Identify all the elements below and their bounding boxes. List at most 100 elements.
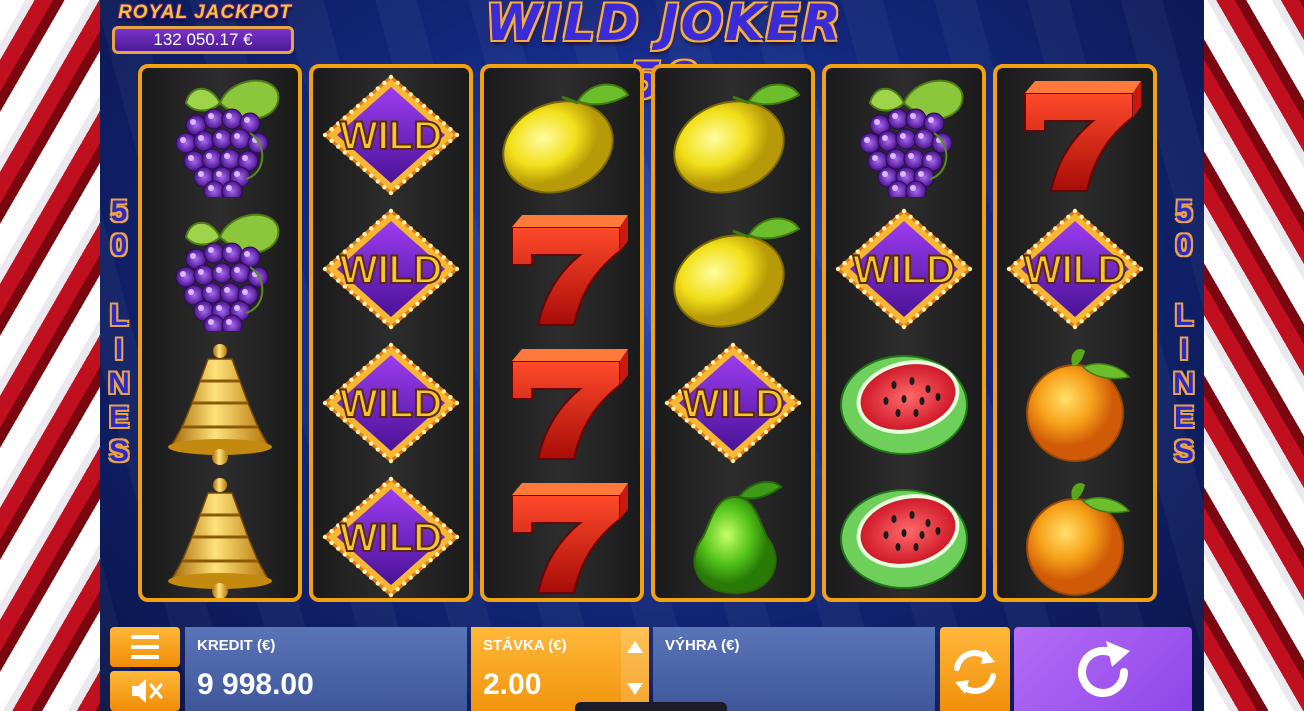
wild-icon: WILD [322,208,460,330]
spin-button[interactable] [1014,627,1192,711]
grapes-icon [175,79,280,197]
watermelon-icon [840,489,968,589]
left-stripe-decoration [0,0,100,711]
autoplay-button[interactable] [940,627,1010,711]
lines-char: 0 [110,229,128,262]
wild-symbol: WILD [313,68,469,202]
credit-panel: KREDIT (€) 9 998.00 [185,627,467,711]
menu-button[interactable] [110,627,180,667]
svg-text:WILD: WILD [340,114,442,158]
lines-char: N [108,367,130,400]
wild-icon: WILD [835,208,973,330]
wild-icon: WILD [322,342,460,464]
stake-stepper [621,627,649,711]
svg-text:WILD: WILD [682,382,784,426]
reel-1 [138,64,302,602]
lemon-icon [673,217,801,328]
reel-4: WILD [651,64,815,602]
reel-6: WILD [993,64,1157,602]
seven-symbol [484,336,640,470]
lines-char: E [1173,401,1194,434]
seven-icon [1024,81,1141,192]
reel-2: WILD WILD WILD WILD [309,64,473,602]
svg-text:WILD: WILD [853,248,955,292]
watermelon-symbol [826,336,982,470]
lemon-icon [673,83,801,194]
wild-icon: WILD [322,74,460,196]
lines-char: I [114,333,124,366]
orange-symbol [997,336,1153,470]
win-label: VÝHRA (€) [665,637,740,654]
bell-symbol [142,470,298,598]
wild-symbol: WILD [313,202,469,336]
lines-char: 5 [1175,195,1193,228]
lines-char: L [109,299,129,332]
bell-icon [168,344,272,465]
bell-symbol [142,336,298,470]
seven-icon [511,349,628,460]
orange-symbol [997,470,1153,598]
game-stage: ROYAL JACKPOT 132 050.17 € WILD JOKER 50… [100,0,1204,711]
right-stripe-decoration [1204,0,1304,711]
bottom-handle [575,702,727,711]
spin-arrow-icon [1078,641,1130,697]
stake-label: STÁVKA (€) [483,637,567,654]
svg-text:WILD: WILD [340,248,442,292]
watermelon-symbol [826,470,982,598]
royal-jackpot: ROYAL JACKPOT 132 050.17 € [110,2,300,58]
hamburger-icon [131,635,159,659]
orange-icon [1026,348,1131,462]
lemon-symbol [484,68,640,202]
wild-symbol: WILD [997,202,1153,336]
grapes-symbol [142,202,298,336]
seven-symbol [484,470,640,598]
credit-label: KREDIT (€) [197,637,276,654]
lines-char: I [1179,333,1189,366]
lines-label-left: 5 0 L I N E S [104,195,134,469]
wild-icon: WILD [1006,208,1144,330]
wild-icon: WILD [664,342,802,464]
grapes-symbol [142,68,298,202]
wild-symbol: WILD [655,336,811,470]
lemon-symbol [655,202,811,336]
wild-symbol: WILD [826,202,982,336]
sound-button[interactable] [110,671,180,711]
svg-text:WILD: WILD [1024,248,1126,292]
lemon-icon [502,83,630,194]
pear-symbol [655,470,811,598]
autoplay-arrows-icon [954,650,996,694]
speaker-muted-icon [132,679,163,703]
stake-increase-button[interactable] [621,627,649,669]
lines-char: E [108,401,129,434]
svg-text:WILD: WILD [340,382,442,426]
seven-icon [511,483,628,594]
seven-symbol [484,202,640,336]
orange-icon [1026,482,1131,596]
wild-symbol: WILD [313,470,469,598]
lines-char: L [1174,299,1194,332]
lines-char: S [108,435,129,468]
lines-char: S [1173,435,1194,468]
grapes-icon [859,79,964,197]
bell-icon [168,478,272,598]
stake-value: 2.00 [483,668,542,701]
grapes-icon [175,213,280,331]
jackpot-amount: 132 050.17 € [112,26,294,54]
lines-char: N [1173,367,1195,400]
stake-panel: STÁVKA (€) 2.00 [471,627,649,711]
reel-5: WILD [822,64,986,602]
wild-icon: WILD [322,476,460,598]
wild-symbol: WILD [313,336,469,470]
seven-symbol [997,68,1153,202]
grapes-symbol [826,68,982,202]
jackpot-title: ROYAL JACKPOT [118,2,292,23]
credit-value: 9 998.00 [197,668,314,701]
seven-icon [511,215,628,326]
lemon-symbol [655,68,811,202]
reel-3 [480,64,644,602]
lines-char: 5 [110,195,128,228]
svg-text:WILD: WILD [340,516,442,560]
win-panel: VÝHRA (€) [653,627,935,711]
watermelon-icon [840,355,968,455]
pear-icon [693,480,783,595]
